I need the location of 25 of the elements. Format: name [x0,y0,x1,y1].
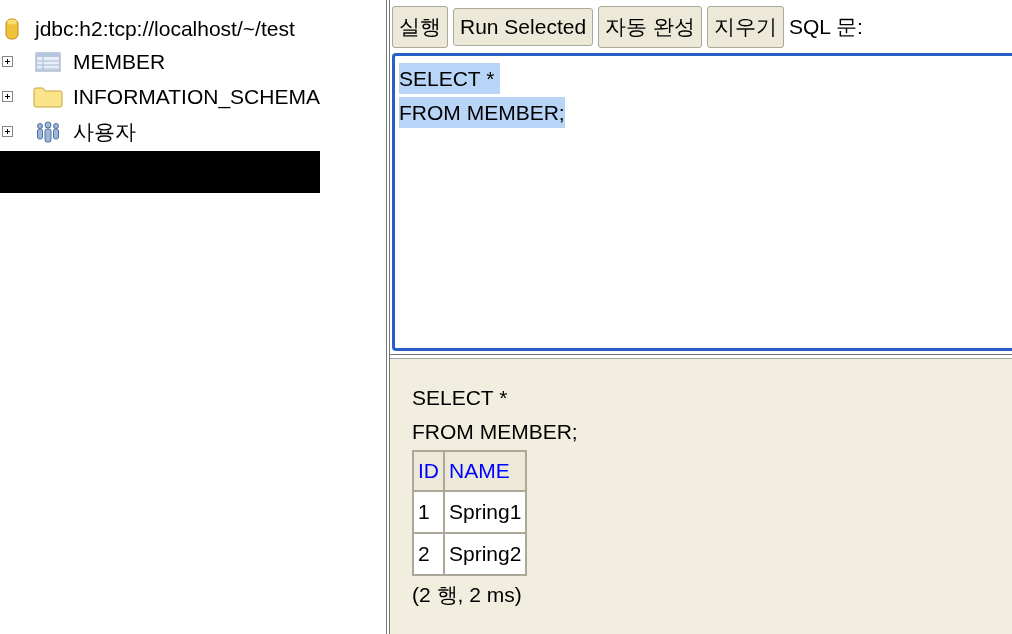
query-text: FROM MEMBER; [412,420,578,443]
result-summary: (2 행, 2 ms) [412,583,522,606]
tree-item[interactable]: 사용자 [73,117,136,146]
expander-icon[interactable] [2,56,13,67]
sql-label: SQL 문: [788,14,863,41]
toolbar-button[interactable]: Run Selected [453,8,594,47]
tree-item[interactable]: INFORMATION_SCHEMA [73,84,320,109]
query-text: SELECT * [412,386,508,409]
connection-label[interactable]: jdbc:h2:tcp://localhost/~/test [35,17,295,41]
sql-editor[interactable]: SELECT * FROM MEMBER; [392,53,1012,352]
database-icon [5,18,19,40]
table-cell: Spring1 [444,491,527,533]
table-cell: 1 [413,491,444,533]
folder-icon [33,85,63,108]
toolbar-button[interactable]: 실행 [392,6,448,49]
column-header[interactable]: NAME [444,451,527,491]
table-cell: 2 [413,533,444,575]
expander-icon[interactable] [2,126,13,137]
expander-icon[interactable] [2,91,13,102]
table-icon [33,51,63,72]
table-cell: Spring2 [444,533,527,575]
tree-item[interactable]: MEMBER [73,49,166,74]
toolbar-button[interactable]: 자동 완성 [598,6,702,49]
toolbar-button[interactable]: 지우기 [706,6,784,49]
column-header[interactable]: ID [413,451,444,491]
